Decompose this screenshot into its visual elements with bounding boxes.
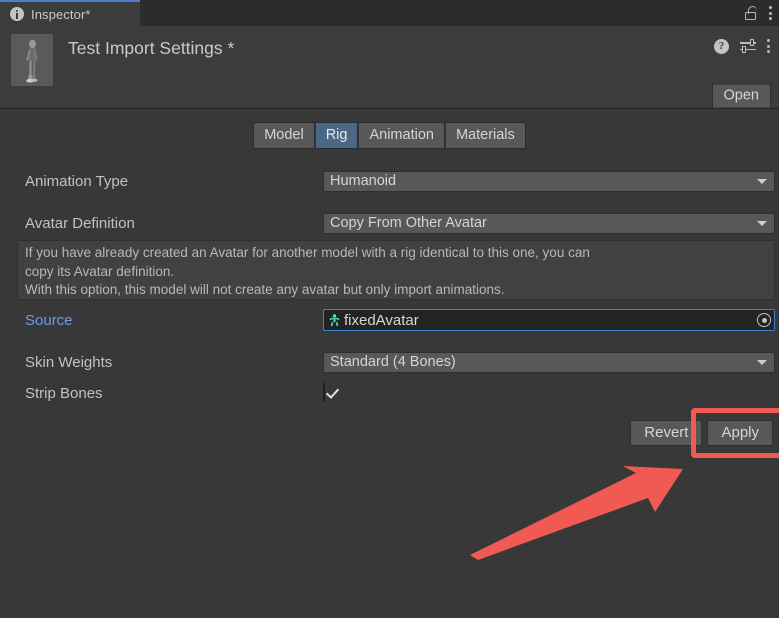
help-text-line-3: With this option, this model will not cr… [25, 282, 505, 297]
skin-weights-dropdown[interactable]: Standard (4 Bones) [323, 351, 775, 373]
pointer-arrow-annotation [470, 466, 683, 560]
skin-weights-field: Standard (4 Bones) [323, 351, 775, 373]
strip-bones-checkbox[interactable] [323, 383, 325, 402]
avatar-definition-field: Copy From Other Avatar [323, 212, 775, 234]
help-icon[interactable]: ? [714, 38, 729, 54]
apply-button[interactable]: Apply [707, 420, 773, 446]
page-title: Test Import Settings * [68, 38, 235, 58]
animation-type-field: Humanoid [323, 170, 775, 192]
avatar-definition-dropdown[interactable]: Copy From Other Avatar [323, 212, 775, 234]
strip-bones-field [323, 383, 775, 402]
skin-weights-value: Standard (4 Bones) [330, 354, 456, 370]
chevron-down-icon [757, 221, 767, 226]
tab-animation[interactable]: Animation [359, 121, 445, 149]
preset-settings-icon[interactable] [740, 39, 756, 53]
apply-revert-button-row: Revert Apply [630, 420, 773, 446]
avatar-definition-value: Copy From Other Avatar [330, 215, 487, 231]
animation-type-dropdown[interactable]: Humanoid [323, 170, 775, 192]
lock-icon[interactable] [745, 6, 757, 20]
humanoid-figure-icon [11, 34, 53, 86]
kebab-menu-icon-header[interactable] [767, 38, 771, 54]
row-source: Source fixedAvatar [0, 309, 779, 331]
source-label[interactable]: Source [25, 312, 73, 329]
unity-inspector-window: Inspector* Test Import Settings * ? Open… [0, 0, 779, 618]
revert-button[interactable]: Revert [630, 420, 703, 446]
chevron-down-icon [757, 179, 767, 184]
window-tab-bar: Inspector* [0, 0, 779, 26]
tab-materials[interactable]: Materials [445, 121, 526, 149]
kebab-menu-icon[interactable] [769, 5, 773, 21]
object-picker-icon[interactable] [757, 313, 771, 327]
animation-type-label: Animation Type [25, 172, 129, 190]
avatar-definition-label: Avatar Definition [25, 214, 135, 232]
source-object-field[interactable]: fixedAvatar [323, 309, 775, 331]
tab-rig[interactable]: Rig [315, 121, 359, 149]
strip-bones-label: Strip Bones [25, 384, 103, 402]
row-skin-weights: Skin Weights Standard (4 Bones) [0, 351, 779, 373]
window-tab-actions [745, 0, 773, 26]
source-field: fixedAvatar [323, 309, 775, 331]
inspector-tab-label: Inspector* [31, 6, 91, 22]
animation-type-value: Humanoid [330, 173, 397, 189]
avatar-definition-help-box: If you have already created an Avatar fo… [17, 240, 775, 300]
importer-tab-row: Model Rig Animation Materials [0, 121, 779, 149]
help-text-line-1: If you have already created an Avatar fo… [25, 245, 590, 260]
avatar-asset-icon [329, 313, 340, 326]
row-avatar-definition: Avatar Definition Copy From Other Avatar [0, 212, 779, 234]
help-text-line-2: copy its Avatar definition. [25, 263, 175, 279]
tab-model[interactable]: Model [253, 121, 315, 149]
object-header: Test Import Settings * ? Open [0, 26, 779, 109]
row-strip-bones: Strip Bones [0, 382, 779, 404]
open-button[interactable]: Open [711, 83, 771, 109]
inspector-tab[interactable]: Inspector* [0, 0, 140, 26]
row-animation-type: Animation Type Humanoid [0, 170, 779, 192]
header-icon-group: ? [714, 38, 771, 54]
chevron-down-icon [757, 360, 767, 365]
model-preview-thumbnail [11, 34, 53, 86]
source-value: fixedAvatar [344, 311, 419, 329]
skin-weights-label: Skin Weights [25, 353, 113, 371]
info-icon [10, 7, 24, 21]
